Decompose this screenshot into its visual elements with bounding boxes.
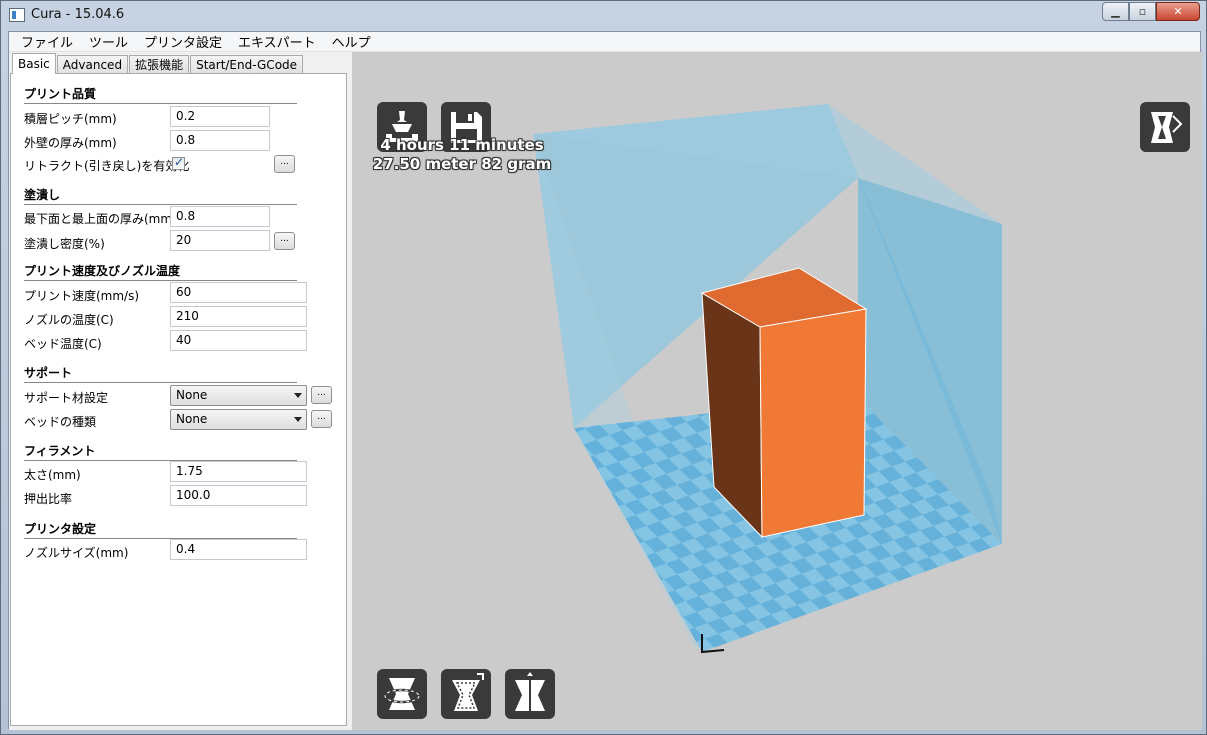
menu-tools[interactable]: ツール [81,32,136,51]
close-button[interactable]: ✕ [1156,2,1200,21]
bottom-top-thickness-input[interactable]: 0.8 [170,206,270,227]
support-type-select[interactable]: None [170,385,307,406]
flow-input[interactable]: 100.0 [170,485,307,506]
section-machine: プリンタ設定 [24,520,297,539]
section-speed-temperature: プリント速度及びノズル温度 [24,262,297,281]
title-bar[interactable]: Cura - 15.04.6 ▁ ▫ ✕ [1,1,1206,31]
support-type-value: None [176,388,208,402]
label-support-type: サポート材設定 [24,391,109,405]
label-retraction: リトラクト(引き戻し)を有効化 [24,159,190,173]
menu-file[interactable]: ファイル [13,32,81,51]
print-material: 27.50 meter 82 gram [372,155,552,173]
tab-start-end-gcode[interactable]: Start/End-GCode [190,55,304,74]
label-layer-height: 積層ピッチ(mm) [24,112,117,126]
label-print-speed: プリント速度(mm/s) [24,289,140,303]
section-support: サポート [24,364,297,383]
model-front-face [759,308,867,538]
retraction-checkbox[interactable] [172,155,185,170]
menu-expert[interactable]: エキスパート [230,32,324,51]
rotate-icon [383,678,421,710]
app-icon [9,8,25,22]
3d-viewport[interactable]: 4 hours 11 minutes 27.50 meter 82 gram [352,52,1202,730]
label-bottom-top-thickness: 最下面と最上面の厚み(mm) [24,212,177,226]
menu-machine[interactable]: プリンタ設定 [136,32,230,51]
label-shell-thickness: 外壁の厚み(mm) [24,136,117,150]
settings-tabs: Basic Advanced 拡張機能 Start/End-GCode [12,53,304,74]
print-estimate: 4 hours 11 minutes 27.50 meter 82 gram [372,136,552,174]
mirror-tool-button[interactable] [505,669,555,719]
fill-settings-button[interactable]: ... [274,232,295,250]
menu-help[interactable]: ヘルプ [324,32,379,51]
tab-plugins[interactable]: 拡張機能 [129,55,190,74]
label-bed-temp: ベッド温度(C) [24,337,102,351]
window-title: Cura - 15.04.6 [31,7,125,22]
application-window: Cura - 15.04.6 ▁ ▫ ✕ ファイル ツール プリンタ設定 エキス… [0,0,1207,735]
minimize-icon: ▁ [1111,5,1120,18]
chevron-down-icon [294,417,302,422]
label-filament-diameter: 太さ(mm) [24,468,81,482]
mirror-icon [515,672,545,714]
maximize-button[interactable]: ▫ [1129,2,1156,21]
view-mode-button[interactable] [1140,102,1190,152]
menu-bar: ファイル ツール プリンタ設定 エキスパート ヘルプ [9,32,1200,52]
rotate-tool-button[interactable] [377,669,427,719]
chevron-down-icon [294,393,302,398]
print-speed-input[interactable]: 60 [170,282,307,303]
print-time: 4 hours 11 minutes [380,136,544,154]
nozzle-size-input[interactable]: 0.4 [170,539,307,560]
close-icon: ✕ [1173,5,1183,18]
layer-height-input[interactable]: 0.2 [170,106,270,127]
support-settings-button[interactable]: ... [311,386,332,404]
label-nozzle-size: ノズルサイズ(mm) [24,546,129,560]
section-print-quality: プリント品質 [24,85,297,104]
tab-basic[interactable]: Basic [12,53,56,74]
label-fill-density: 塗潰し密度(%) [24,237,105,251]
nozzle-temp-input[interactable]: 210 [170,306,307,327]
tab-advanced[interactable]: Advanced [56,55,129,74]
maximize-icon: ▫ [1138,5,1147,18]
label-nozzle-temp: ノズルの温度(C) [24,313,114,327]
section-fill: 塗潰し [24,186,297,205]
scale-icon [452,673,484,711]
retraction-settings-button[interactable]: ... [274,155,295,173]
label-adhesion: ベッドの種類 [24,415,97,429]
label-flow: 押出比率 [24,492,73,506]
shell-thickness-input[interactable]: 0.8 [170,130,270,151]
adhesion-select[interactable]: None [170,409,307,430]
bed-temp-input[interactable]: 40 [170,330,307,351]
adhesion-settings-button[interactable]: ... [311,410,332,428]
fill-density-input[interactable]: 20 [170,230,270,251]
scale-tool-button[interactable] [441,669,491,719]
filament-diameter-input[interactable]: 1.75 [170,461,307,482]
view-mode-icon [1151,112,1183,143]
adhesion-value: None [176,412,208,426]
settings-panel: Basic Advanced 拡張機能 Start/End-GCode プリント… [9,52,352,730]
window-controls: ▁ ▫ ✕ [1102,2,1200,22]
basic-settings-page: プリント品質 積層ピッチ(mm) 0.2 外壁の厚み(mm) 0.8 リトラクト… [10,73,347,726]
minimize-button[interactable]: ▁ [1102,2,1129,21]
client-area: ファイル ツール プリンタ設定 エキスパート ヘルプ Basic Advance… [8,31,1202,730]
section-filament: フィラメント [24,442,297,461]
